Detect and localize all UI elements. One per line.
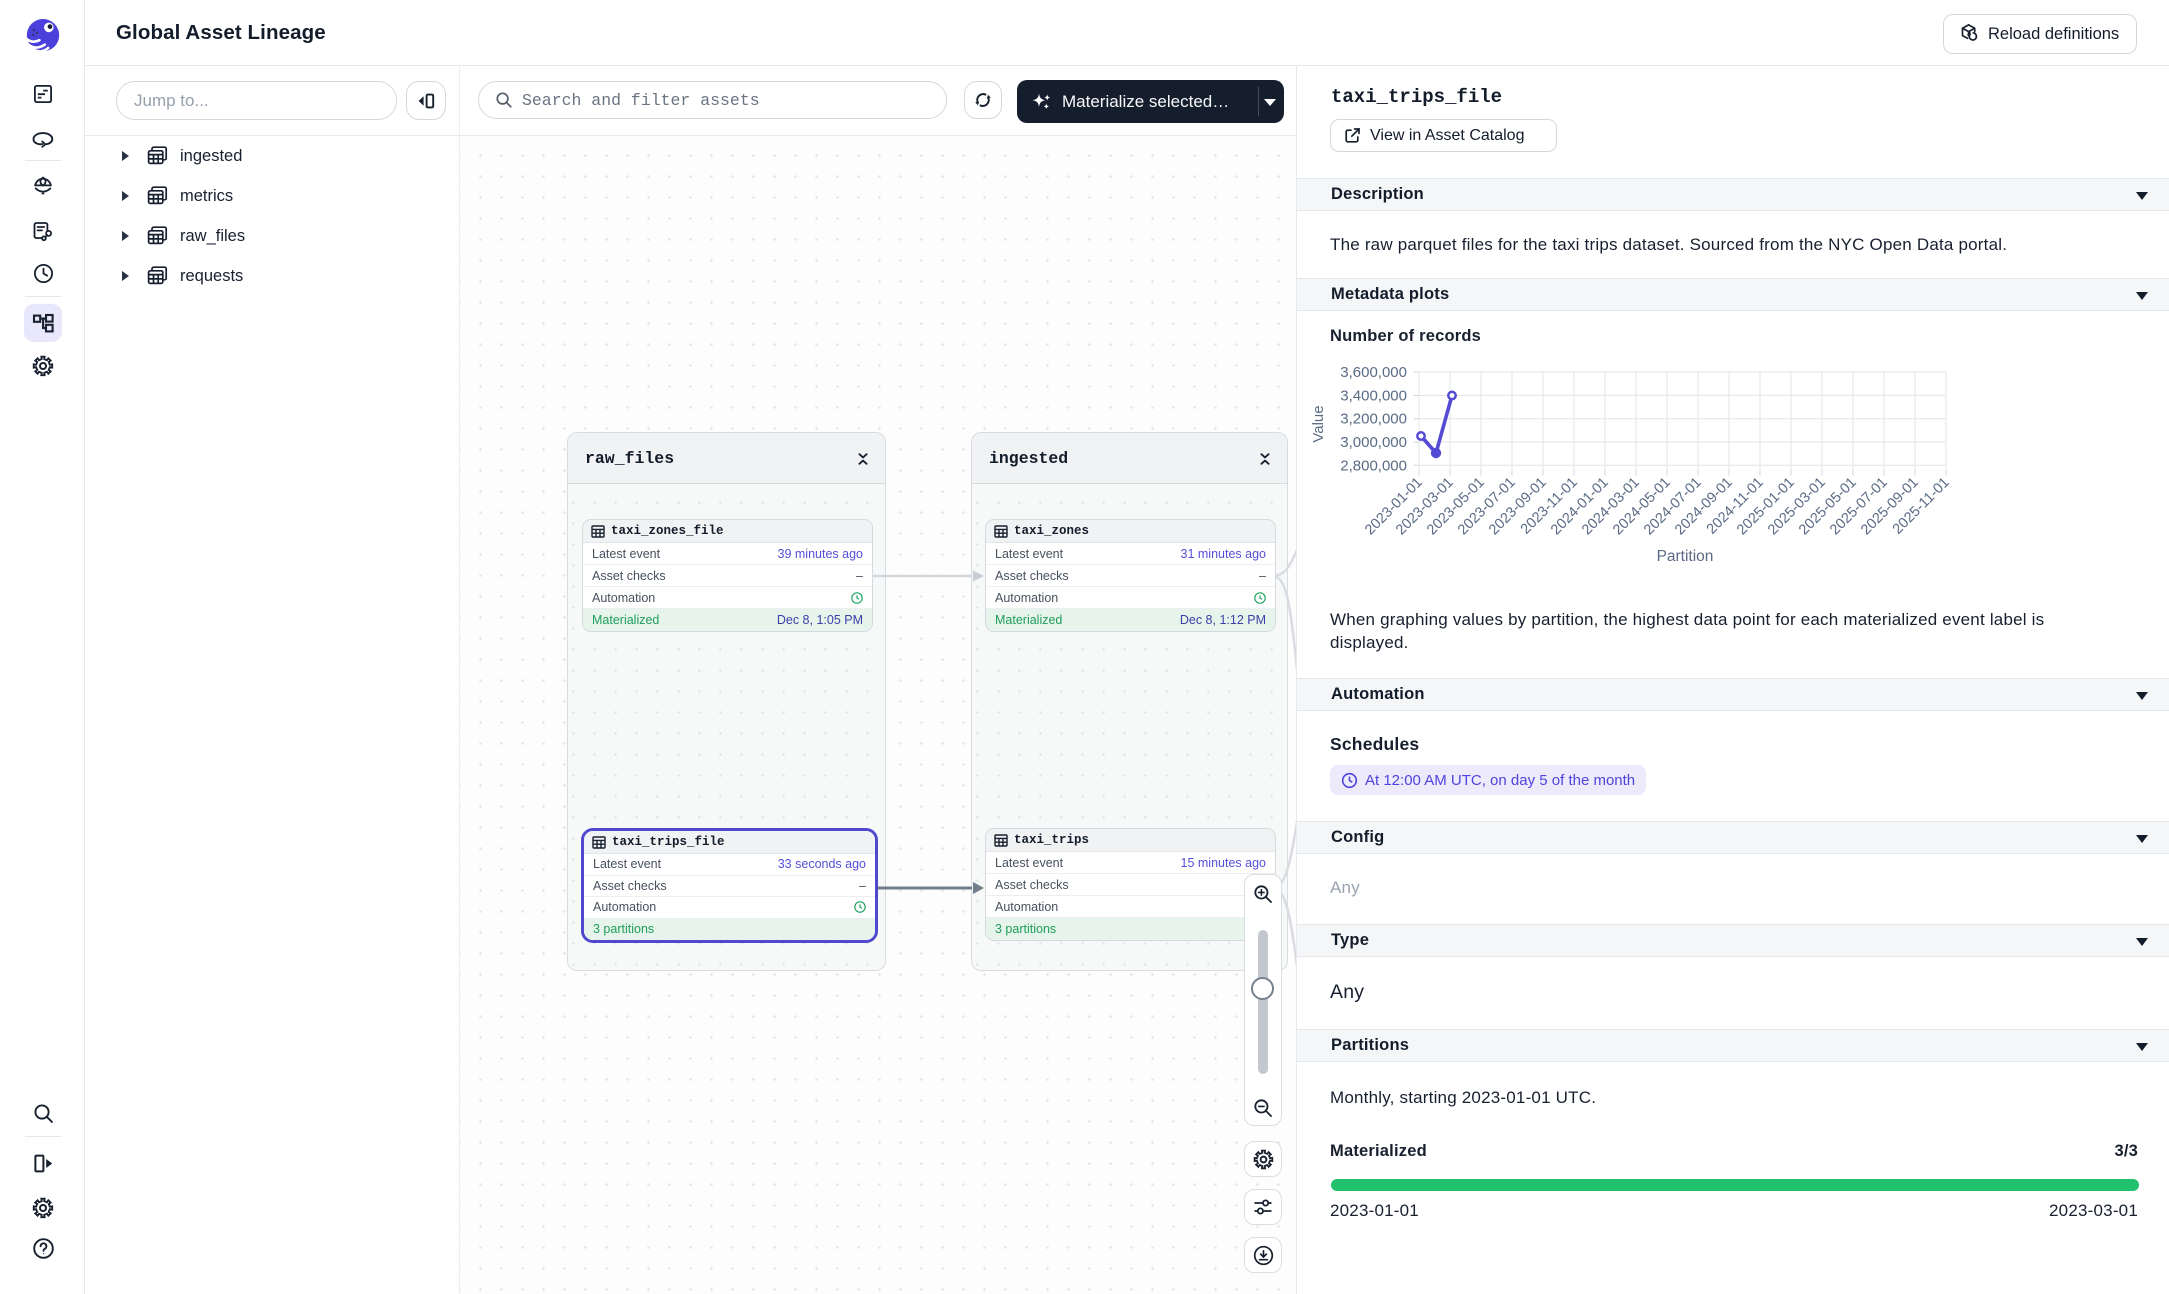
svg-text:3,200,000: 3,200,000 [1340,411,1407,428]
svg-text:Value: Value [1310,405,1327,442]
svg-text:Partition: Partition [1657,548,1714,565]
svg-text:3,600,000: 3,600,000 [1340,364,1407,381]
svg-text:2,800,000: 2,800,000 [1340,457,1407,474]
svg-text:3,000,000: 3,000,000 [1340,434,1407,451]
svg-text:3,400,000: 3,400,000 [1340,387,1407,404]
